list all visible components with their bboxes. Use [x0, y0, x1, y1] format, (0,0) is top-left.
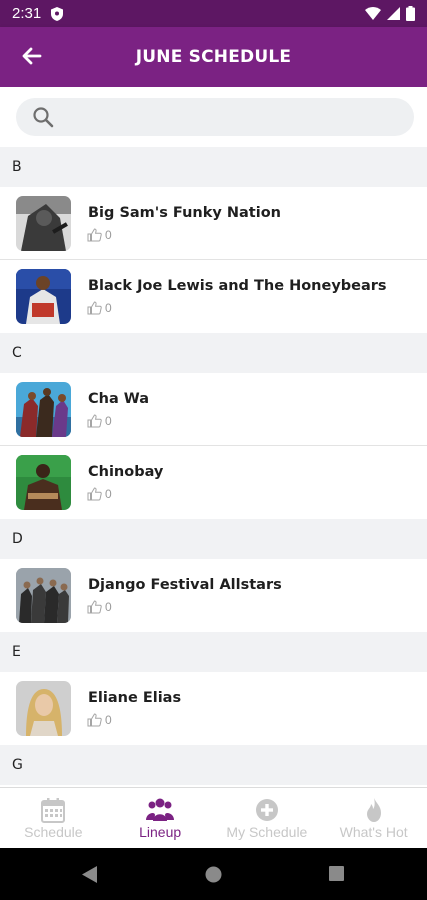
lineup-list: B Big Sam's Funky Nation 0 Black Joe Lew…: [0, 147, 427, 787]
artist-name: Cha Wa: [88, 391, 150, 407]
like-count-value: 0: [105, 713, 112, 727]
artist-name: Chinobay: [88, 464, 164, 480]
like-count-value: 0: [105, 301, 112, 315]
group-icon: [146, 798, 175, 821]
artist-name: Black Joe Lewis and The Honeybears: [88, 278, 387, 294]
page-title: JUNE SCHEDULE: [135, 47, 292, 67]
calendar-icon: [41, 798, 66, 823]
like-count-value: 0: [105, 228, 112, 242]
flame-icon: [366, 798, 381, 822]
section-header-b: B: [0, 147, 427, 187]
nav-label: What's Hot: [339, 824, 408, 840]
nav-item-my-schedule[interactable]: My Schedule: [214, 788, 321, 848]
search-box[interactable]: [16, 98, 414, 136]
nav-item-schedule[interactable]: Schedule: [0, 788, 107, 848]
like-count[interactable]: 0: [87, 600, 112, 614]
nav-item-whats-hot[interactable]: What's Hot: [320, 788, 427, 848]
back-arrow-icon[interactable]: [20, 44, 44, 68]
section-header-d: D: [0, 519, 427, 559]
bottom-nav: Schedule Lineup My Schedule What's Hot: [0, 787, 427, 848]
artist-row[interactable]: Django Festival Allstars 0: [0, 559, 427, 632]
like-count-value: 0: [105, 600, 112, 614]
status-bar: 2:31: [0, 0, 427, 27]
like-count[interactable]: 0: [87, 301, 112, 315]
like-count[interactable]: 0: [87, 228, 112, 242]
artist-photo: [16, 382, 71, 437]
like-count[interactable]: 0: [87, 414, 112, 428]
system-nav-bar: [0, 848, 427, 900]
artist-photo: [16, 568, 71, 623]
section-header-e: E: [0, 632, 427, 672]
like-count[interactable]: 0: [87, 713, 112, 727]
signal-icon: [387, 7, 400, 20]
thumbs-up-icon: [87, 228, 102, 242]
like-count-value: 0: [105, 414, 112, 428]
app-bar: JUNE SCHEDULE: [0, 27, 427, 87]
thumbs-up-icon: [87, 487, 102, 501]
system-home-icon[interactable]: [205, 866, 222, 883]
like-count-value: 0: [105, 487, 112, 501]
artist-name: Django Festival Allstars: [88, 577, 282, 593]
battery-icon: [406, 6, 415, 21]
artist-row[interactable]: Eliane Elias 0: [0, 672, 427, 745]
artist-row[interactable]: Black Joe Lewis and The Honeybears 0: [0, 260, 427, 333]
status-time: 2:31: [12, 5, 42, 22]
artist-row[interactable]: Cha Wa 0: [0, 373, 427, 446]
system-back-icon[interactable]: [82, 866, 98, 883]
artist-photo: [16, 269, 71, 324]
nav-label: My Schedule: [226, 824, 308, 840]
like-count[interactable]: 0: [87, 487, 112, 501]
thumbs-up-icon: [87, 301, 102, 315]
section-header-g: G: [0, 745, 427, 785]
plus-circle-icon: [255, 799, 278, 821]
search-bar: [0, 87, 427, 147]
artist-name: Eliane Elias: [88, 690, 182, 706]
artist-photo: [16, 681, 71, 736]
artist-name: Big Sam's Funky Nation: [88, 205, 281, 221]
artist-row[interactable]: Chinobay 0: [0, 446, 427, 519]
thumbs-up-icon: [87, 713, 102, 727]
search-input[interactable]: [64, 98, 404, 136]
nav-label: Schedule: [24, 824, 83, 840]
shield-icon: [51, 6, 64, 21]
artist-photo: [16, 455, 71, 510]
nav-item-lineup[interactable]: Lineup: [107, 788, 214, 848]
nav-label: Lineup: [139, 824, 182, 840]
artist-photo: [16, 196, 71, 251]
thumbs-up-icon: [87, 414, 102, 428]
artist-row[interactable]: Big Sam's Funky Nation 0: [0, 187, 427, 260]
thumbs-up-icon: [87, 600, 102, 614]
search-icon: [33, 107, 54, 128]
system-recents-icon[interactable]: [329, 866, 344, 881]
wifi-icon: [365, 7, 381, 20]
section-header-c: C: [0, 333, 427, 373]
